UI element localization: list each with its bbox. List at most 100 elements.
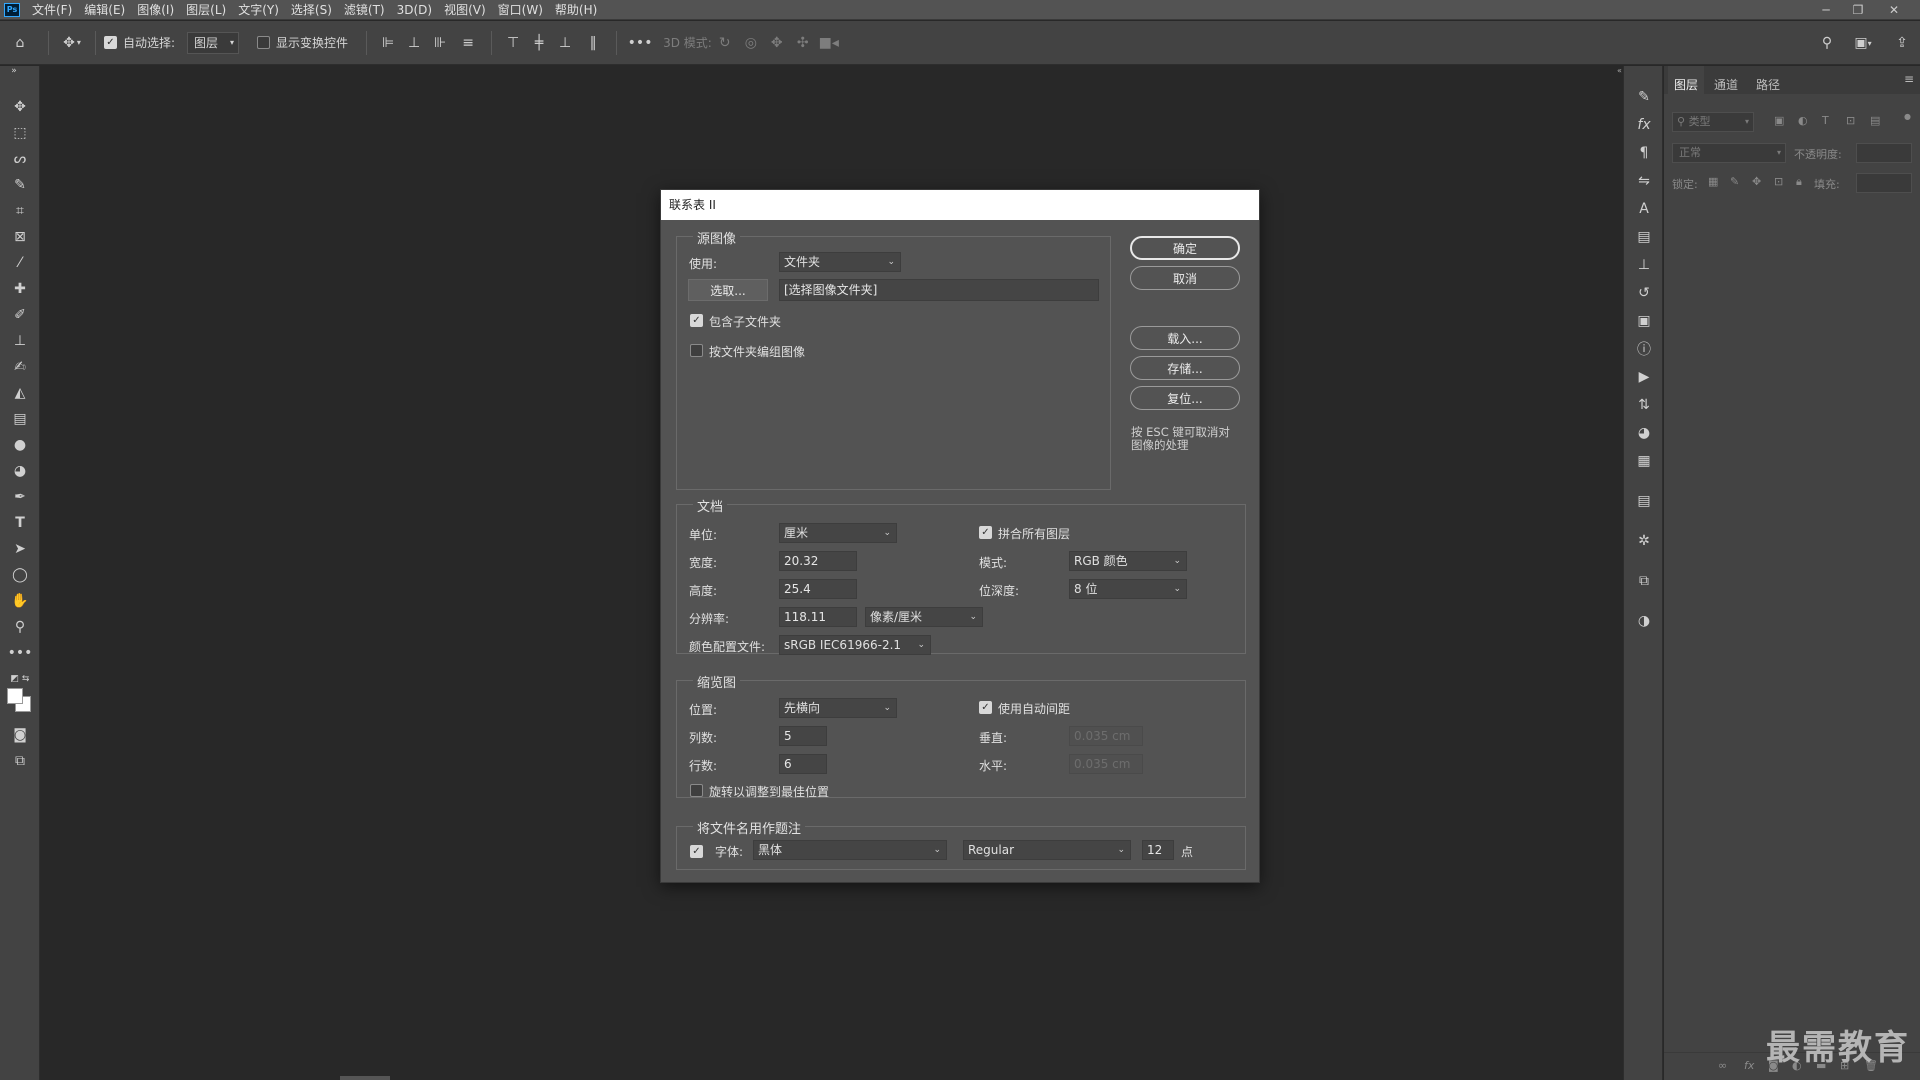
caption-enable-checkbox[interactable]: ✓ [690, 845, 703, 858]
filter-toggle-icon[interactable]: ● [1904, 112, 1911, 121]
vertical-spacing-input[interactable]: 0.035 cm [1069, 726, 1143, 746]
path-selection-tool-icon[interactable]: ➤ [8, 538, 32, 560]
load-button[interactable]: 载入... [1130, 326, 1240, 350]
rotate-best-fit-checkbox[interactable] [690, 784, 703, 797]
color-palette-icon[interactable]: ◕ [1632, 422, 1656, 444]
type-tool-icon[interactable]: T [8, 512, 32, 534]
align-bottom-icon[interactable]: ⊥ [552, 35, 578, 51]
brush-tool-icon[interactable]: ✐ [8, 304, 32, 326]
font-size-input[interactable]: 12 [1142, 840, 1174, 860]
default-colors-icon[interactable]: ◩ ⇆ [8, 668, 32, 690]
filter-type-icon[interactable]: T [1822, 114, 1829, 127]
blur-tool-icon[interactable]: ● [8, 434, 32, 456]
styles-fx-icon[interactable]: fx [1632, 114, 1656, 136]
resolution-input[interactable]: 118.11 [779, 607, 857, 627]
pen-tool-icon[interactable]: ✒ [8, 486, 32, 508]
lock-transparent-icon[interactable]: ▦ [1708, 175, 1718, 188]
link-layers-icon[interactable]: ∞ [1718, 1059, 1727, 1072]
menu-type[interactable]: 文字(Y) [232, 0, 285, 20]
eyedropper-tool-icon[interactable]: ⁄ [8, 252, 32, 274]
align-center-h-icon[interactable]: ⊥ [401, 35, 427, 51]
search-icon[interactable]: ⚲ [1815, 33, 1839, 53]
screen-mode-icon[interactable]: ⧉ [8, 750, 32, 772]
menu-3d[interactable]: 3D(D) [391, 0, 438, 20]
character-icon[interactable]: A [1632, 198, 1656, 220]
paragraph-icon[interactable]: ¶ [1632, 142, 1656, 164]
align-middle-icon[interactable]: ╪ [526, 35, 552, 51]
bit-depth-dropdown[interactable]: 8 位 ⌄ [1069, 579, 1187, 599]
font-style-dropdown[interactable]: Regular ⌄ [963, 840, 1131, 860]
info-icon[interactable]: ⓘ [1632, 338, 1656, 360]
brush-settings-icon[interactable]: ✎ [1632, 86, 1656, 108]
layer-style-fx-icon[interactable]: fx [1744, 1059, 1754, 1072]
horizontal-scrollbar[interactable] [340, 1076, 390, 1080]
lock-artboard-icon[interactable]: ⊡ [1774, 175, 1783, 188]
restore-icon[interactable]: ❐ [1842, 0, 1874, 20]
include-subfolders-checkbox[interactable]: ✓ [690, 314, 703, 327]
dodge-tool-icon[interactable]: ◕ [8, 460, 32, 482]
adjustments-icon[interactable]: ⇋ [1632, 170, 1656, 192]
marquee-tool-icon[interactable]: ⬚ [8, 122, 32, 144]
group-by-folder-checkbox[interactable] [690, 344, 703, 357]
lock-position-icon[interactable]: ✥ [1752, 175, 1761, 188]
move-tool-icon[interactable]: ✥ [8, 96, 32, 118]
home-icon[interactable]: ⌂ [0, 35, 40, 51]
reset-button[interactable]: 复位... [1130, 386, 1240, 410]
filter-shape-icon[interactable]: ⊡ [1846, 114, 1855, 127]
panel-menu-icon[interactable]: ≡ [1904, 72, 1914, 86]
close-icon[interactable]: ✕ [1878, 0, 1910, 20]
tool-presets-icon[interactable]: ▣ [1632, 310, 1656, 332]
resolution-unit-dropdown[interactable]: 像素/厘米 ⌄ [865, 607, 983, 627]
swatches-grid-icon[interactable]: ▦ [1632, 450, 1656, 472]
zoom-tool-icon[interactable]: ⚲ [8, 616, 32, 638]
crop-tool-icon[interactable]: ⌗ [8, 200, 32, 222]
menu-help[interactable]: 帮助(H) [549, 0, 603, 20]
history-brush-tool-icon[interactable]: ✍ [8, 356, 32, 378]
tab-layers[interactable]: 图层 [1674, 76, 1698, 93]
lock-pixels-icon[interactable]: ✎ [1730, 175, 1739, 188]
move-tool-icon[interactable]: ✥ ▾ [57, 35, 87, 51]
quick-select-tool-icon[interactable]: ✎ [8, 174, 32, 196]
minimize-icon[interactable]: ─ [1810, 0, 1842, 20]
rows-input[interactable]: 6 [779, 754, 827, 774]
align-right-icon[interactable]: ⊪ [427, 35, 453, 51]
share-icon[interactable]: ⇪ [1890, 33, 1914, 53]
flatten-layers-checkbox[interactable]: ✓ [979, 526, 992, 539]
lock-all-icon[interactable]: 🔒︎ [1796, 175, 1802, 189]
document-icon[interactable]: ⧉ [1632, 570, 1656, 592]
clone-source-icon[interactable]: ⊥ [1632, 254, 1656, 276]
clone-stamp-tool-icon[interactable]: ⊥ [8, 330, 32, 352]
adjustments-circle-icon[interactable]: ◑ [1632, 610, 1656, 632]
font-family-dropdown[interactable]: 黑体 ⌄ [753, 840, 947, 860]
gear-icon[interactable]: ✲ [1632, 530, 1656, 552]
ellipse-tool-icon[interactable]: ◯ [8, 564, 32, 586]
blend-mode-dropdown[interactable]: 正常 ▾ [1672, 143, 1786, 163]
distribute-vertical-icon[interactable]: ≡ [453, 35, 483, 51]
frame-tool-icon[interactable]: ⊠ [8, 226, 32, 248]
layer-comps-icon[interactable]: ⇅ [1632, 394, 1656, 416]
horizontal-spacing-input[interactable]: 0.035 cm [1069, 754, 1143, 774]
tab-channels[interactable]: 通道 [1714, 76, 1738, 93]
hand-tool-icon[interactable]: ✋ [8, 590, 32, 612]
actions-play-icon[interactable]: ▶ [1632, 366, 1656, 388]
notes-icon[interactable]: ▤ [1632, 490, 1656, 512]
save-button[interactable]: 存储... [1130, 356, 1240, 380]
filter-smart-object-icon[interactable]: ▤ [1870, 114, 1880, 127]
height-input[interactable]: 25.4 [779, 579, 857, 599]
menu-filter[interactable]: 滤镜(T) [338, 0, 391, 20]
collapse-arrows-icon[interactable]: » [2, 66, 26, 76]
menu-image[interactable]: 图像(I) [131, 0, 180, 20]
menu-layer[interactable]: 图层(L) [180, 0, 232, 20]
filter-adjustment-icon[interactable]: ◐ [1798, 114, 1808, 127]
fill-input[interactable] [1856, 173, 1912, 193]
width-input[interactable]: 20.32 [779, 551, 857, 571]
color-profile-dropdown[interactable]: sRGB IEC61966-2.1 ⌄ [779, 635, 931, 655]
auto-select-checkbox[interactable]: ✓ [104, 36, 117, 49]
unit-dropdown[interactable]: 厘米 ⌄ [779, 523, 897, 543]
show-transform-checkbox[interactable] [257, 36, 271, 49]
quick-mask-icon[interactable]: ◙ [8, 724, 32, 746]
history-icon[interactable]: ↺ [1632, 282, 1656, 304]
lasso-tool-icon[interactable]: ᔕ [8, 148, 32, 170]
more-options-icon[interactable]: ••• [625, 35, 655, 51]
libraries-icon[interactable]: ▤ [1632, 226, 1656, 248]
